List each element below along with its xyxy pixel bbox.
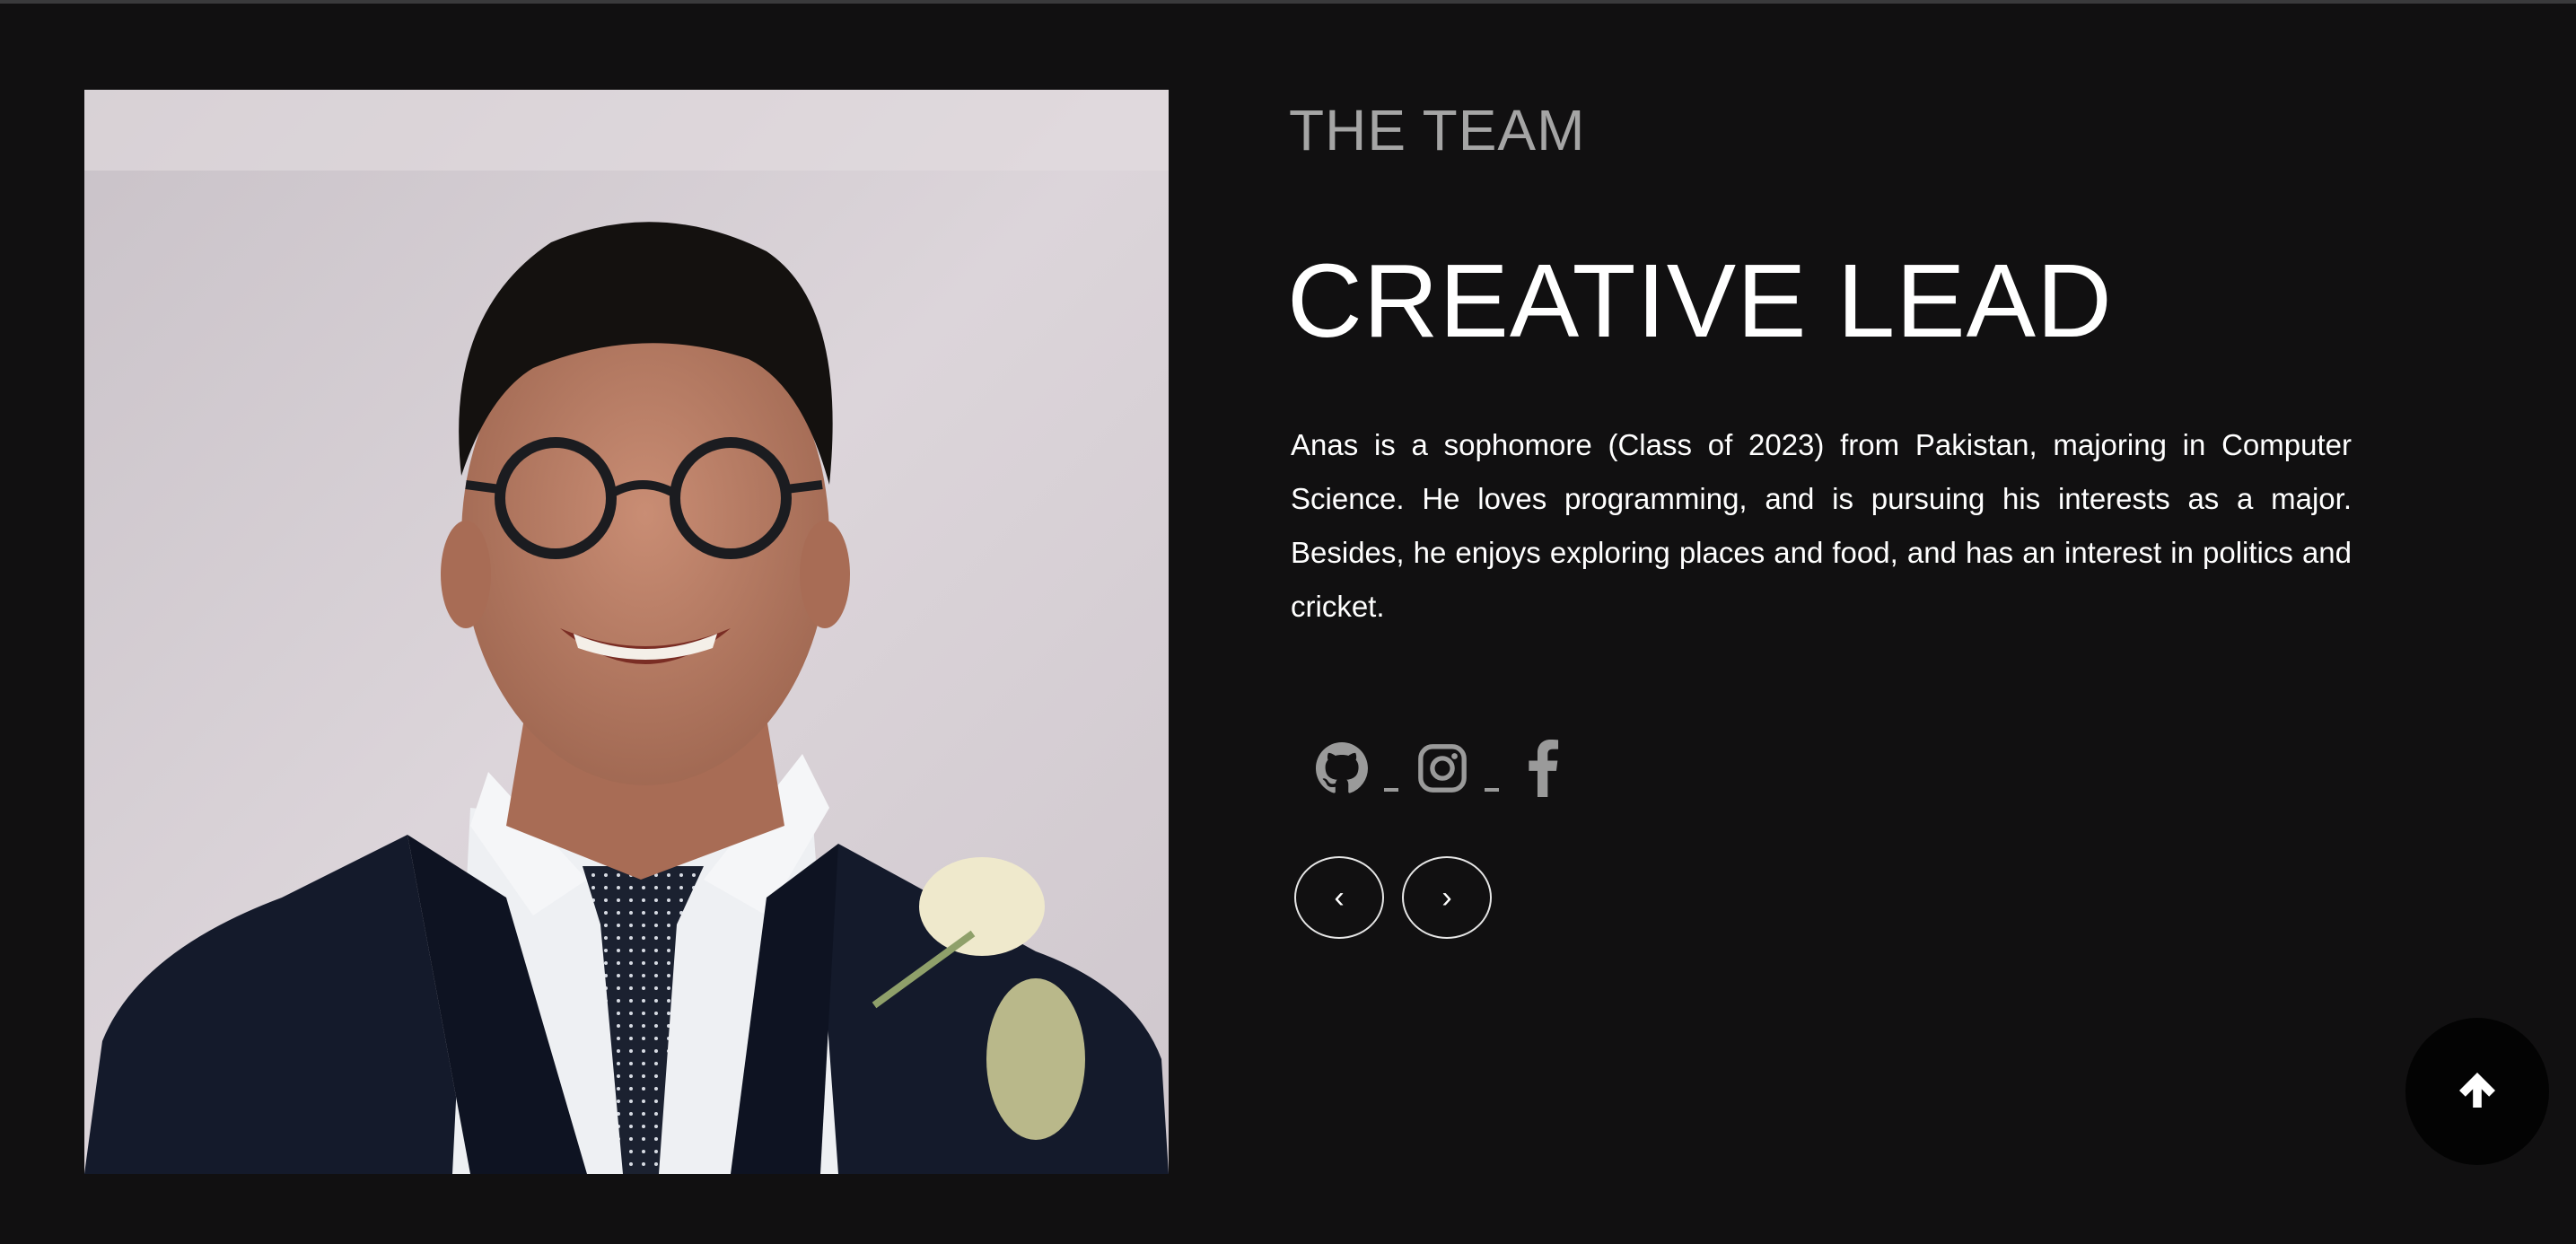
github-link[interactable] — [1314, 738, 1370, 802]
facebook-link[interactable] — [1515, 738, 1571, 802]
instagram-link[interactable] — [1415, 738, 1470, 802]
github-icon — [1316, 741, 1368, 799]
social-separator — [1485, 788, 1499, 792]
social-separator — [1384, 788, 1398, 792]
scroll-to-top-button[interactable] — [2405, 1018, 2549, 1165]
social-links — [1314, 738, 1571, 802]
team-member-photo — [84, 90, 1169, 1174]
facebook-icon — [1525, 739, 1561, 802]
previous-member-button[interactable]: ‹ — [1294, 856, 1384, 939]
section-eyebrow: THE TEAM — [1289, 98, 1586, 162]
next-member-button[interactable]: › — [1402, 856, 1492, 939]
member-bio: Anas is a sophomore (Class of 2023) from… — [1291, 428, 2352, 623]
chevron-right-icon: › — [1441, 880, 1452, 915]
top-divider — [0, 0, 2576, 4]
arrow-up-icon — [2456, 1068, 2499, 1116]
instagram-icon — [1416, 742, 1468, 799]
member-role-title: CREATIVE LEAD — [1287, 242, 2113, 359]
chevron-left-icon: ‹ — [1334, 880, 1345, 915]
